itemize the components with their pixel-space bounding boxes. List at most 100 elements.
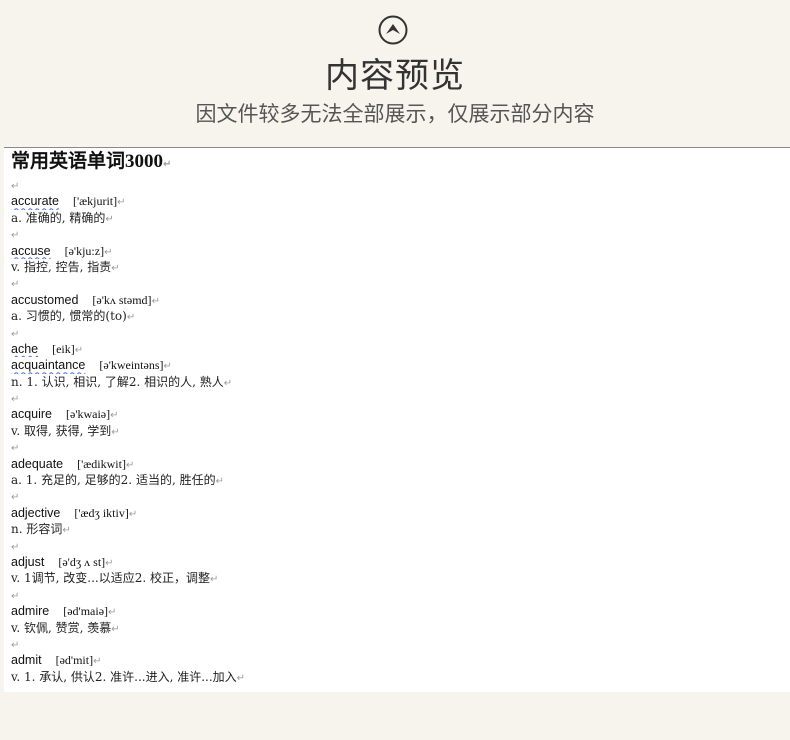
paragraph-mark: ↵ [93, 656, 102, 668]
blank-line: ↵ [11, 275, 790, 291]
paragraph-mark: ↵ [117, 197, 126, 209]
definition: a. 1. 充足的, 足够的2. 适当的, 胜任的 [11, 473, 216, 488]
word: admire [11, 604, 50, 619]
paragraph-mark: ↵ [11, 328, 20, 340]
chevron-up-circle-icon[interactable] [378, 15, 408, 45]
blank-line: ↵ [11, 390, 790, 406]
paragraph-mark: ↵ [11, 394, 20, 406]
paragraph-mark: ↵ [74, 344, 84, 356]
paragraph-mark: ↵ [11, 279, 20, 291]
word-line: adequate ['ædikwit]↵ [11, 456, 790, 472]
paragraph-mark: ↵ [108, 607, 117, 619]
paragraph-mark: ↵ [11, 541, 20, 553]
blank-line: ↵ [11, 177, 790, 193]
definition: v. 1调节, 改变...以适应2. 校正，调整 [11, 571, 210, 586]
phonetic: [ə'dʒ ʌ st] [58, 554, 106, 569]
paragraph-mark: ↵ [163, 361, 172, 373]
paragraph-mark: ↵ [11, 230, 20, 242]
definition-line: v. 取得, 获得, 学到↵ [11, 423, 790, 439]
word: adjust [11, 554, 45, 569]
paragraph-mark: ↵ [105, 557, 114, 569]
definition: a. 准确的, 精确的 [11, 210, 106, 225]
paragraph-mark: ↵ [11, 181, 20, 192]
paragraph-mark: ↵ [209, 574, 219, 586]
paragraph-mark: ↵ [110, 410, 119, 422]
paragraph-mark: ↵ [126, 312, 136, 324]
word: acquire [11, 407, 52, 422]
blank-line: ↵ [11, 538, 790, 554]
word-line: ache [eik]↵ [11, 341, 790, 357]
paragraph-mark: ↵ [104, 246, 113, 258]
word: admit [11, 653, 42, 668]
blank-line: ↵ [11, 636, 790, 652]
phonetic: [ə'kweintəns] [99, 358, 164, 373]
definition: n. 1. 认识, 相识, 了解2. 相识的人, 熟人 [11, 374, 224, 389]
word: adjective [11, 505, 61, 520]
definition-line: v. 1调节, 改变...以适应2. 校正，调整↵ [11, 570, 790, 586]
phonetic: [ə'kwaiə] [66, 407, 111, 422]
word-line: acquaintance [ə'kweintəns]↵ [11, 357, 790, 373]
word-line: accuse [ə'kju:z]↵ [11, 243, 790, 259]
word-line: acquire [ə'kwaiə]↵ [11, 406, 790, 422]
phonetic: [əd'maiə] [63, 604, 109, 619]
definition-line: a. 准确的, 精确的↵ [11, 210, 790, 226]
word: adequate [11, 456, 64, 471]
paragraph-mark: ↵ [11, 492, 20, 504]
paragraph-mark: ↵ [215, 476, 224, 488]
phonetic: [eik] [52, 341, 75, 356]
phonetic: [əd'mit] [55, 653, 94, 668]
definition-line: v. 指控, 控告, 指责↵ [11, 259, 790, 275]
paragraph-mark: ↵ [151, 295, 160, 307]
document-title: 常用英语单词3000↵ [11, 151, 172, 172]
definition: v. 取得, 获得, 学到 [11, 423, 112, 438]
word: accurate [11, 194, 59, 209]
word-line: admit [əd'mit]↵ [11, 652, 790, 668]
paragraph-mark: ↵ [236, 672, 246, 684]
definition: v. 钦佩, 赞赏, 羡慕 [11, 620, 112, 635]
paragraph-mark: ↵ [125, 459, 135, 471]
paragraph-mark: ↵ [11, 590, 20, 602]
paragraph-mark: ↵ [128, 508, 138, 520]
definition: n. 形容词 [11, 522, 63, 537]
word-line: adjective ['ædʒ iktiv]↵ [11, 505, 790, 521]
paragraph-mark: ↵ [111, 623, 120, 635]
blank-line: ↵ [11, 439, 790, 455]
definition-line: a. 习惯的, 惯常的(to)↵ [11, 308, 790, 324]
paragraph-mark: ↵ [105, 213, 114, 225]
phonetic: [ə'kju:z] [64, 243, 105, 258]
blank-line: ↵ [11, 325, 790, 341]
word-line: admire [əd'maiə]↵ [11, 603, 790, 619]
definition: a. 习惯的, 惯常的(to) [11, 309, 127, 324]
paragraph-mark: ↵ [11, 639, 20, 651]
blank-line: ↵ [11, 488, 790, 504]
word-line: adjust [ə'dʒ ʌ st]↵ [11, 554, 790, 570]
preview-title: 内容预览 [325, 56, 465, 96]
paragraph-mark: ↵ [111, 262, 120, 274]
word: ache [11, 341, 39, 356]
phonetic: ['ædʒ iktiv] [74, 505, 129, 520]
paragraph-mark: ↵ [111, 426, 120, 438]
definition-line: v. 1. 承认, 供认2. 准许...进入, 准许...加入↵ [11, 669, 790, 685]
paragraph-mark: ↵ [62, 525, 71, 537]
preview-subtitle: 因文件较多无法全部展示，仅展示部分内容 [195, 102, 595, 126]
blank-line: ↵ [11, 226, 790, 242]
definition-line: n. 形容词↵ [11, 521, 790, 537]
document-page: 常用英语单词3000↵ ↵ accurate ['ækjurit]↵ a. 准确的, … [4, 147, 790, 693]
definition: v. 指控, 控告, 指责 [11, 259, 112, 274]
bottom-spacer [0, 692, 790, 740]
blank-line: ↵ [11, 587, 790, 603]
phonetic: ['ækjurit] [72, 194, 118, 209]
definition: v. 1. 承认, 供认2. 准许...进入, 准许...加入 [11, 669, 237, 684]
definition-line: a. 1. 充足的, 足够的2. 适当的, 胜任的↵ [11, 472, 790, 488]
paragraph-mark: ↵ [11, 443, 20, 455]
definition-line: v. 钦佩, 赞赏, 羡慕↵ [11, 620, 790, 636]
phonetic: ['ædikwit] [77, 456, 126, 471]
phonetic: [ə'kʌ stəmd] [92, 292, 152, 307]
paragraph-mark: ↵ [163, 159, 172, 170]
word-line: accurate ['ækjurit]↵ [11, 193, 790, 209]
word-line: accustomed [ə'kʌ stəmd]↵ [11, 292, 790, 308]
word: acquaintance [11, 358, 86, 373]
preview-header: 内容预览 因文件较多无法全部展示，仅展示部分内容 [0, 0, 790, 147]
word: accustomed [11, 292, 79, 307]
definition-line: n. 1. 认识, 相识, 了解2. 相识的人, 熟人↵ [11, 374, 790, 390]
